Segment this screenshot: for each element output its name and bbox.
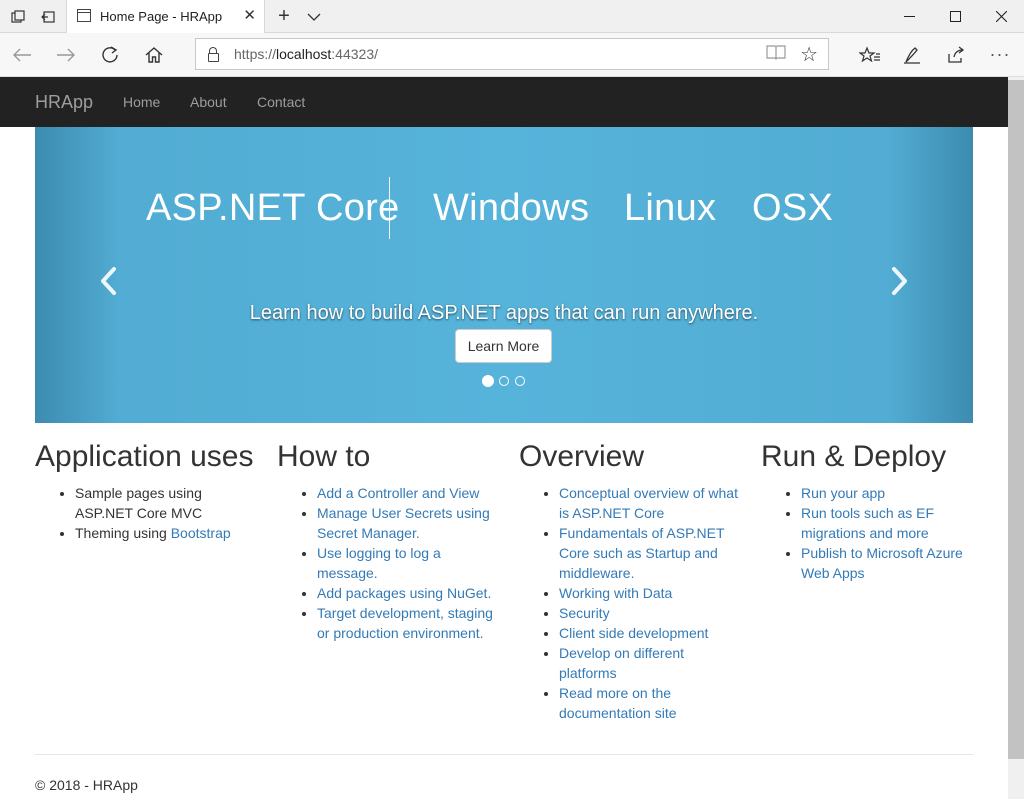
bootstrap-link[interactable]: Bootstrap [171, 525, 231, 541]
nav-contact-link[interactable]: Contact [257, 94, 305, 110]
maximize-icon[interactable] [932, 0, 978, 33]
minimize-icon[interactable] [886, 0, 932, 33]
refresh-icon[interactable] [92, 33, 128, 76]
list-item: Publish to Microsoft Azure Web Apps [801, 543, 987, 583]
list-link[interactable]: Manage User Secrets using Secret Manager… [317, 505, 490, 541]
list-item: Add a Controller and View [317, 483, 503, 503]
list-link[interactable]: Develop on different platforms [559, 645, 684, 681]
pen-icon[interactable] [894, 33, 930, 76]
column-list: Add a Controller and View Manage User Se… [277, 483, 503, 643]
list-item: Use logging to log a message. [317, 543, 503, 583]
list-item: Sample pages using ASP.NET Core MVC [75, 483, 261, 523]
new-tab-icon[interactable]: + [272, 0, 296, 33]
column-heading: Run & Deploy [761, 440, 947, 473]
brand-link[interactable]: HRApp [35, 92, 93, 113]
tab-actions-icon[interactable] [6, 0, 30, 33]
hero-carousel: ASP.NET Core Windows Linux OSX Learn how… [35, 127, 973, 423]
column-heading: Application uses [35, 440, 254, 473]
list-item: Client side development [559, 623, 745, 643]
tab-title: Home Page - HRApp [100, 9, 223, 24]
carousel-caption: Learn how to build ASP.NET apps that can… [249, 302, 759, 324]
carousel-indicator-1[interactable] [482, 375, 494, 387]
more-icon[interactable]: ··· [982, 33, 1018, 76]
list-item: Manage User Secrets using Secret Manager… [317, 503, 503, 543]
banner-divider [389, 177, 390, 239]
list-link[interactable]: Target development, staging or productio… [317, 605, 493, 641]
list-link[interactable]: Conceptual overview of what is ASP.NET C… [559, 485, 738, 521]
list-link[interactable]: Add packages using NuGet. [317, 585, 491, 601]
footer-text: © 2018 - HRApp [35, 777, 138, 793]
banner-windows: Windows [433, 187, 590, 229]
list-link[interactable]: Working with Data [559, 585, 672, 601]
list-item: Develop on different platforms [559, 643, 745, 683]
column-overview: Overview Conceptual overview of what is … [519, 440, 745, 723]
scrollbar-thumb[interactable] [1008, 80, 1024, 759]
list-item: Theming using Bootstrap [75, 523, 261, 543]
site-navbar: HRApp Home About Contact [0, 77, 1008, 127]
carousel-prev-icon[interactable] [98, 261, 120, 301]
banner-linux: Linux [624, 187, 717, 229]
reading-view-icon[interactable] [766, 44, 786, 65]
list-item: Target development, staging or productio… [317, 603, 503, 643]
column-how-to: How to Add a Controller and View Manage … [277, 440, 503, 643]
list-link[interactable]: Read more on the documentation site [559, 685, 677, 721]
list-link[interactable]: Run tools such as EF migrations and more [801, 505, 934, 541]
lock-icon [208, 47, 219, 62]
chevron-down-icon[interactable] [302, 0, 326, 33]
carousel-indicator-3[interactable] [515, 376, 525, 386]
column-application-uses: Application uses Sample pages using ASP.… [35, 440, 261, 543]
column-heading: Overview [519, 440, 645, 473]
url-text[interactable]: https://localhost:44323/ [234, 46, 378, 62]
close-window-icon[interactable] [978, 0, 1024, 33]
address-bar-row: https://localhost:44323/ ☆ ··· [0, 33, 1024, 77]
column-list: Run your app Run tools such as EF migrat… [761, 483, 987, 583]
home-icon[interactable] [136, 33, 172, 76]
list-item: Run your app [801, 483, 987, 503]
carousel-next-icon[interactable] [888, 261, 910, 301]
list-item: Read more on the documentation site [559, 683, 745, 723]
back-icon[interactable] [4, 33, 40, 76]
learn-more-button[interactable]: Learn More [455, 329, 552, 363]
list-link[interactable]: Use logging to log a message. [317, 545, 441, 581]
footer-divider [35, 754, 973, 755]
favorite-star-icon[interactable]: ☆ [800, 42, 818, 67]
carousel-indicator-2[interactable] [499, 376, 509, 386]
forward-icon[interactable] [48, 33, 84, 76]
active-tab[interactable]: Home Page - HRApp ✕ [66, 0, 265, 34]
list-item: Security [559, 603, 745, 623]
close-tab-icon[interactable]: ✕ [243, 6, 256, 24]
nav-about-link[interactable]: About [190, 94, 227, 110]
list-item: Run tools such as EF migrations and more [801, 503, 987, 543]
favorites-hub-icon[interactable] [852, 33, 888, 76]
nav-home-link[interactable]: Home [123, 94, 160, 110]
list-item: Working with Data [559, 583, 745, 603]
list-link[interactable]: Security [559, 605, 610, 621]
page-icon [77, 9, 91, 22]
column-heading: How to [277, 440, 371, 473]
list-link[interactable]: Fundamentals of ASP.NET Core such as Sta… [559, 525, 724, 581]
list-link[interactable]: Run your app [801, 485, 885, 501]
browser-tab-bar: Home Page - HRApp ✕ + [0, 0, 1024, 34]
column-list: Sample pages using ASP.NET Core MVC Them… [35, 483, 261, 543]
tabs-aside-icon[interactable] [36, 0, 60, 33]
list-item: Conceptual overview of what is ASP.NET C… [559, 483, 745, 523]
list-link[interactable]: Add a Controller and View [317, 485, 479, 501]
list-item: Add packages using NuGet. [317, 583, 503, 603]
column-list: Conceptual overview of what is ASP.NET C… [519, 483, 745, 723]
banner-osx: OSX [752, 187, 834, 229]
list-item: Fundamentals of ASP.NET Core such as Sta… [559, 523, 745, 583]
address-bar[interactable]: https://localhost:44323/ ☆ [195, 38, 829, 70]
list-link[interactable]: Client side development [559, 625, 708, 641]
list-link[interactable]: Publish to Microsoft Azure Web Apps [801, 545, 963, 581]
share-icon[interactable] [938, 33, 974, 76]
banner-aspnet-core: ASP.NET Core [146, 187, 400, 229]
column-run-deploy: Run & Deploy Run your app Run tools such… [761, 440, 987, 583]
